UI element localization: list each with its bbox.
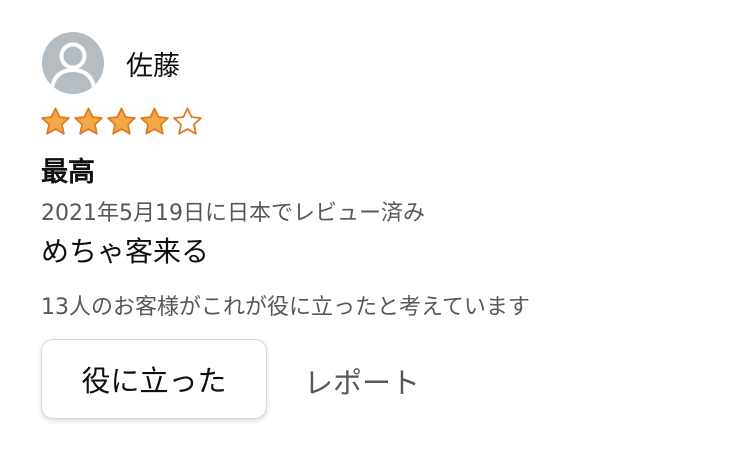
- star-empty-icon: [173, 107, 202, 135]
- star-rating: [40, 106, 203, 137]
- reviewer-name[interactable]: 佐藤: [126, 44, 180, 83]
- review-body: めちゃ客来る: [41, 235, 210, 268]
- report-link[interactable]: レポート: [304, 360, 420, 402]
- star-filled-icon: [107, 107, 136, 135]
- helpful-button[interactable]: 役に立った: [41, 339, 267, 419]
- helpful-count-text: 13人のお客様がこれが役に立ったと考えています: [41, 295, 530, 320]
- star-filled-icon: [140, 107, 169, 135]
- customer-review: 佐藤 最高 2021年5月19日に日本でレビュー済み めちゃ客来る 13人のお客…: [0, 0, 750, 454]
- star-filled-icon: [74, 107, 103, 135]
- reviewer-profile[interactable]: 佐藤: [42, 32, 180, 94]
- review-title[interactable]: 最高: [41, 150, 95, 189]
- avatar: [42, 32, 104, 94]
- star-filled-icon: [41, 107, 70, 135]
- review-date: 2021年5月19日に日本でレビュー済み: [41, 201, 425, 226]
- user-silhouette-icon: [50, 42, 96, 90]
